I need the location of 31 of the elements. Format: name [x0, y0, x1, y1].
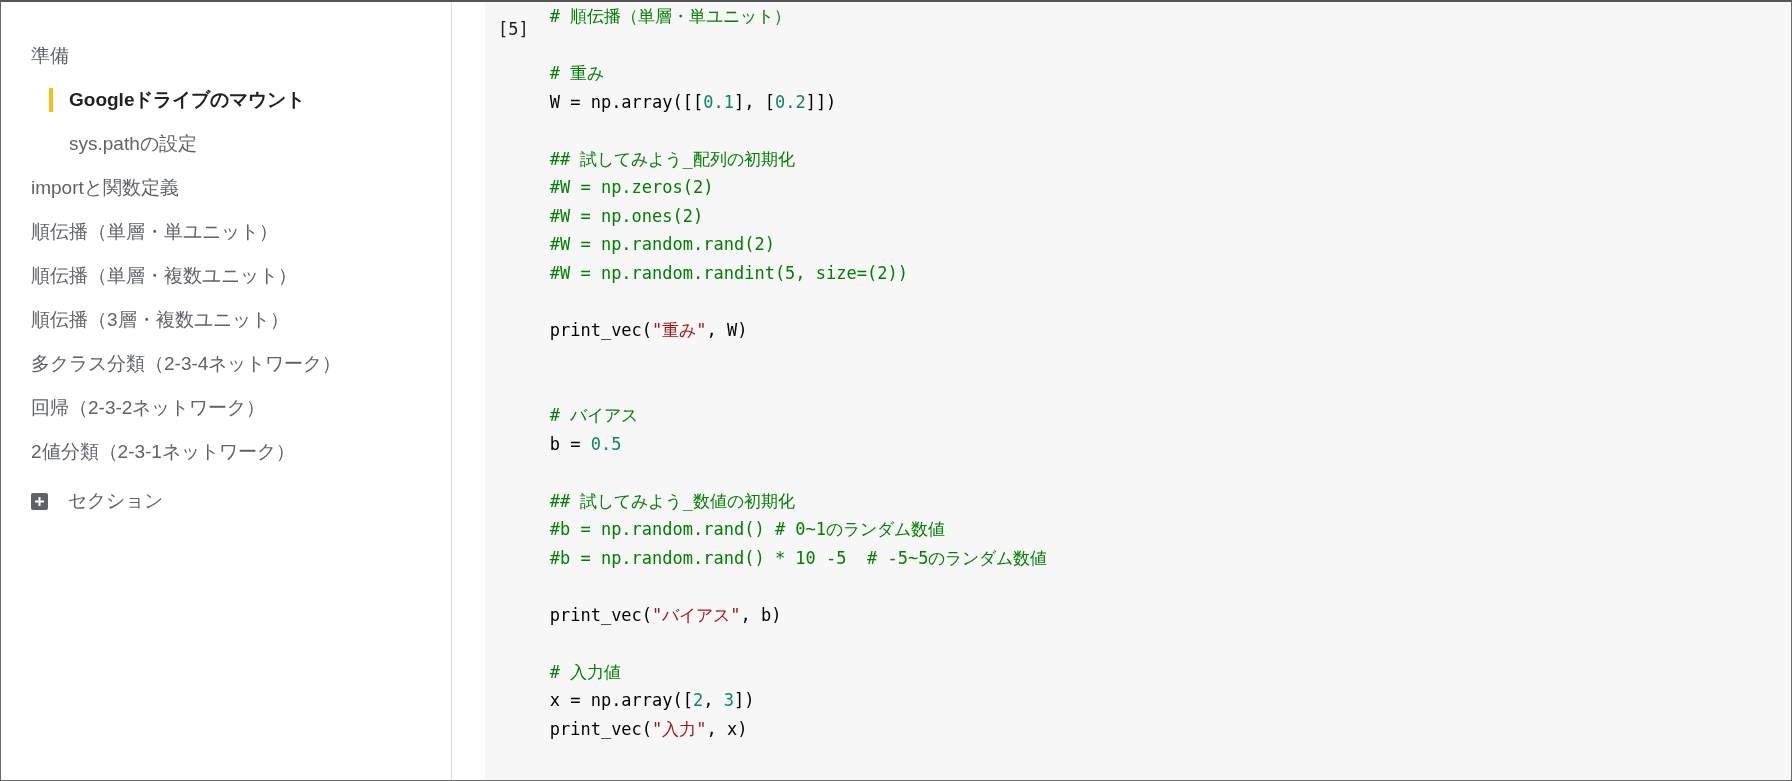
outline-item[interactable]: Googleドライブのマウント: [1, 78, 451, 122]
code-line: print_vec("入力", x): [549, 717, 749, 741]
code-line: # 順伝播（単層・単ユニット）: [549, 5, 793, 28]
code-line: # 入力値: [549, 660, 623, 684]
outline-item[interactable]: 順伝播（3層・複数ユニット）: [1, 298, 451, 342]
add-section-button[interactable]: セクション: [31, 488, 163, 514]
cell-number: [5]: [498, 18, 529, 40]
outline-item[interactable]: 多クラス分類（2-3-4ネットワーク）: [1, 342, 451, 386]
code-line: #W = np.ones(2): [549, 204, 705, 228]
outline-item[interactable]: 2値分類（2-3-1ネットワーク）: [1, 430, 451, 474]
code-line: W = np.array([[0.1], [0.2]]): [549, 90, 838, 114]
outline-item[interactable]: 準備: [1, 34, 451, 78]
code-line: ## 試してみよう_数値の初期化: [549, 489, 796, 513]
code-line: #b = np.random.rand() # 0~1のランダム数値: [549, 518, 947, 541]
outline-item[interactable]: sys.pathの設定: [1, 122, 451, 166]
add-icon: [31, 492, 48, 510]
code-line: #W = np.random.randint(5, size=(2)): [549, 261, 909, 285]
code-line: print_vec("重み", W): [549, 318, 749, 342]
code-line: print_vec("バイアス", b): [549, 603, 783, 627]
code-line: #W = np.zeros(2): [549, 176, 715, 199]
code-line: # バイアス: [549, 404, 640, 427]
code-line: # 重み: [549, 62, 606, 85]
code-line: #W = np.random.rand(2): [549, 233, 776, 256]
code-line: ## 試してみよう_配列の初期化: [549, 147, 796, 171]
outline-item[interactable]: 順伝播（単層・複数ユニット）: [1, 254, 451, 298]
code-line: b = 0.5: [549, 432, 623, 456]
code-line: #b = np.random.rand() * 10 -5 # -5~5のランダム数値: [549, 546, 1048, 570]
outline-item[interactable]: 回帰（2-3-2ネットワーク）: [1, 386, 451, 430]
outline-item[interactable]: importと関数定義: [1, 166, 451, 210]
code-line: x = np.array([2, 3]): [549, 689, 756, 712]
outline-item[interactable]: 順伝播（単層・単ユニット）: [1, 210, 451, 254]
